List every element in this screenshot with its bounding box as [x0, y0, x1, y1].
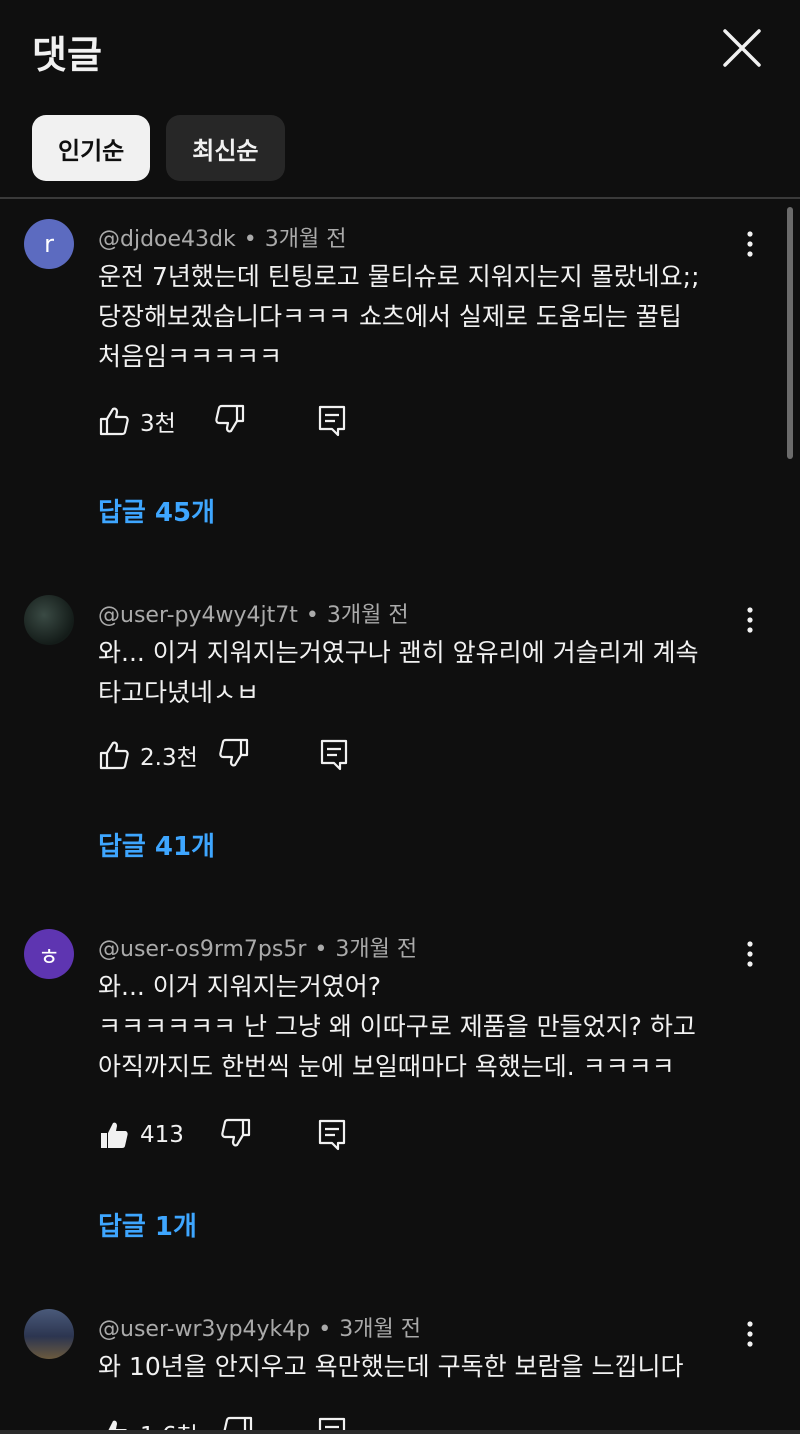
close-button[interactable] — [716, 22, 768, 74]
comments-header: 댓글 — [0, 0, 800, 100]
reply-button[interactable] — [318, 405, 346, 441]
sort-chip-newest[interactable]: 최신순 — [166, 115, 285, 181]
comment-time: 3개월 전 — [326, 603, 409, 628]
comment-text: 와... 이거 지워지는거였구나 괜히 앞유리에 거슬리게 계속 타고다녔네ㅅㅂ — [98, 638, 699, 707]
avatar[interactable] — [24, 1309, 74, 1359]
comment-author[interactable]: @djdoe43dk — [98, 227, 236, 252]
more-button[interactable] — [738, 1319, 762, 1349]
thumbs-down-icon — [215, 404, 244, 433]
reply-icon — [318, 405, 346, 437]
comment-text: 와... 이거 지워지는거였어? ㅋㅋㅋㅋㅋㅋ 난 그냥 왜 이따구로 제품을 … — [98, 972, 696, 1081]
sort-chips: 인기순 최신순 — [32, 115, 285, 181]
scrollbar[interactable] — [787, 207, 793, 459]
dislike-button[interactable] — [218, 737, 250, 773]
comment-meta: @user-py4wy4jt7t • 3개월 전 — [98, 597, 409, 629]
more-button[interactable] — [738, 229, 762, 259]
comment-time: 3개월 전 — [264, 227, 347, 252]
more-vert-icon — [747, 1321, 753, 1347]
comment-time: 3개월 전 — [339, 1317, 421, 1342]
like-count: 3천 — [140, 411, 176, 437]
dislike-button[interactable] — [220, 1117, 252, 1153]
thumbs-down-icon — [219, 738, 248, 767]
more-vert-icon — [747, 941, 753, 967]
comment-list[interactable]: r @djdoe43dk • 3개월 전 운전 7년했는데 틴팅로고 물티슈로 지워… — [0, 199, 800, 1434]
avatar-letter: ㅎ — [37, 942, 61, 971]
comment-actions: 2.3천 — [98, 735, 250, 775]
comment-author[interactable]: @user-py4wy4jt7t — [98, 603, 298, 628]
close-icon — [723, 29, 761, 67]
comment-text: 운전 7년했는데 틴팅로고 물티슈로 지워지는지 몰랐네요;; 당장해보겠습니다… — [98, 262, 700, 371]
thumbs-up-icon — [99, 741, 129, 770]
sort-chip-popular[interactable]: 인기순 — [32, 115, 151, 181]
avatar[interactable]: ㅎ — [24, 929, 74, 979]
dislike-button[interactable] — [214, 403, 246, 439]
comment-meta: @djdoe43dk • 3개월 전 — [98, 221, 346, 253]
bottom-divider — [0, 1430, 800, 1434]
reply-button[interactable] — [320, 739, 348, 775]
meta-separator: • — [243, 227, 257, 252]
like-button[interactable]: 2.3천 — [98, 738, 198, 772]
like-count: 2.3천 — [140, 745, 198, 771]
comment-meta: @user-os9rm7ps5r • 3개월 전 — [98, 931, 417, 963]
thumbs-up-icon — [101, 1122, 128, 1148]
like-button[interactable]: 3천 — [98, 404, 176, 438]
comment-author[interactable]: @user-wr3yp4yk4p — [98, 1317, 310, 1342]
view-replies-button[interactable]: 답글 41개 — [98, 826, 215, 863]
thumbs-down-icon — [221, 1118, 251, 1147]
reply-icon — [320, 739, 348, 771]
comment-actions: 3천 — [98, 401, 246, 441]
comment-time: 3개월 전 — [335, 937, 418, 962]
avatar[interactable]: r — [24, 219, 74, 269]
thumbs-up-icon — [99, 407, 129, 436]
comment-meta: @user-wr3yp4yk4p • 3개월 전 — [98, 1311, 421, 1343]
comment-actions: 413 — [98, 1115, 252, 1155]
comment-author[interactable]: @user-os9rm7ps5r — [98, 937, 306, 962]
comment-text: 와 10년을 안지우고 욕만했는데 구독한 보람을 느낍니다 — [98, 1352, 684, 1381]
reply-button[interactable] — [318, 1119, 346, 1155]
page-title: 댓글 — [32, 33, 102, 77]
more-button[interactable] — [738, 605, 762, 635]
more-vert-icon — [747, 231, 753, 257]
view-replies-button[interactable]: 답글 45개 — [98, 492, 215, 529]
meta-separator: • — [314, 937, 328, 962]
reply-icon — [318, 1119, 346, 1151]
more-vert-icon — [747, 607, 753, 633]
view-replies-button[interactable]: 답글 1개 — [98, 1206, 197, 1243]
like-button[interactable]: 413 — [98, 1119, 184, 1151]
avatar[interactable] — [24, 595, 74, 645]
like-count: 413 — [140, 1122, 184, 1148]
avatar-letter: r — [44, 230, 54, 258]
meta-separator: • — [305, 603, 319, 628]
more-button[interactable] — [738, 939, 762, 969]
meta-separator: • — [318, 1317, 332, 1342]
